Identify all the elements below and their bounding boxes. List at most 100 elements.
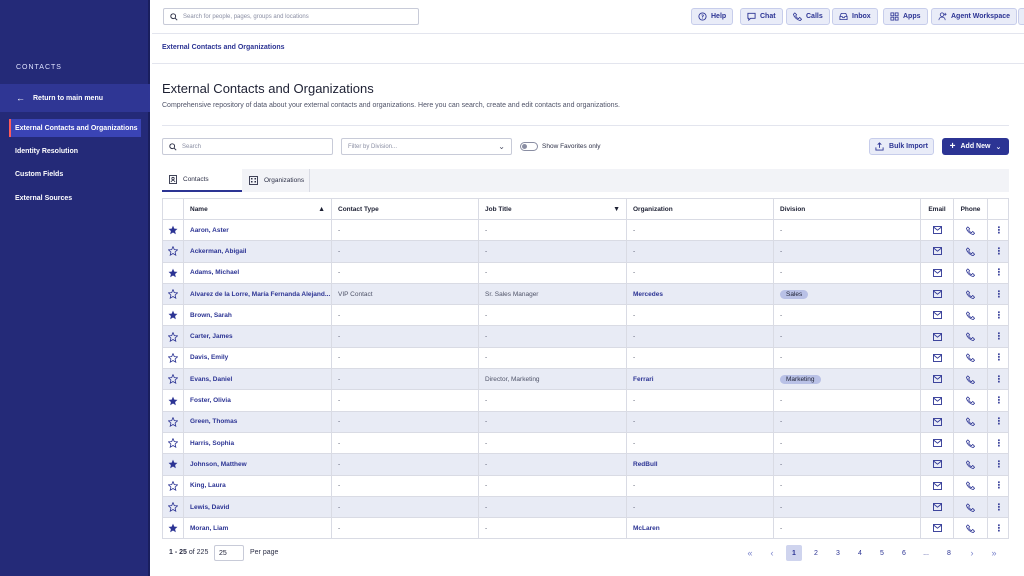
organization-value[interactable]: Mercedes	[633, 291, 663, 298]
contact-name-link[interactable]: Davis, Emily	[190, 354, 228, 361]
phone-icon[interactable]	[954, 432, 988, 454]
contact-name-link[interactable]: King, Laura	[190, 482, 226, 489]
agent-workspace-button[interactable]: Agent Workspace	[931, 8, 1017, 25]
row-menu-icon[interactable]: ⋮	[988, 284, 1010, 304]
table-row[interactable]: Foster, Olivia - - - - ⋮	[163, 390, 1010, 412]
row-menu-icon[interactable]: ⋮	[988, 412, 1010, 432]
row-menu-icon[interactable]: ⋮	[988, 497, 1010, 517]
breadcrumb[interactable]: External Contacts and Organizations	[162, 44, 285, 51]
table-row[interactable]: Davis, Emily - - - - ⋮	[163, 347, 1010, 370]
next-page-icon[interactable]: ›	[964, 545, 980, 561]
row-menu-icon[interactable]: ⋮	[988, 433, 1010, 453]
phone-icon[interactable]	[954, 283, 988, 305]
favorite-star-outline-icon[interactable]	[163, 283, 184, 305]
phone-icon[interactable]	[954, 496, 988, 518]
division-filter-select[interactable]: Filter by Division... ⌄	[341, 138, 512, 155]
table-row[interactable]: Johnson, Matthew - - RedBull - ⋮	[163, 454, 1010, 476]
email-icon[interactable]	[921, 347, 954, 369]
help-button[interactable]: ? Help	[691, 8, 734, 25]
email-icon[interactable]	[921, 411, 954, 432]
row-menu-icon[interactable]: ⋮	[988, 348, 1010, 368]
chat-button[interactable]: Chat	[740, 8, 783, 25]
table-row[interactable]: Carter, James - - - - ⋮	[163, 326, 1010, 348]
row-menu-icon[interactable]: ⋮	[988, 326, 1010, 346]
page-1-button[interactable]: 1	[786, 545, 802, 561]
previous-page-icon[interactable]: ‹	[764, 545, 780, 561]
phone-icon[interactable]	[954, 411, 988, 432]
page-6-button[interactable]: 6	[896, 545, 912, 561]
table-row[interactable]: Aaron, Aster - - - - ⋮	[163, 220, 1010, 242]
favorite-star-outline-icon[interactable]	[163, 326, 184, 347]
contact-name-link[interactable]: Evans, Daniel	[190, 376, 232, 383]
contact-name-link[interactable]: Johnson, Matthew	[190, 461, 247, 468]
column-header-organization[interactable]: Organization	[627, 199, 774, 219]
phone-icon[interactable]	[954, 262, 988, 283]
favorite-star-outline-icon[interactable]	[163, 369, 184, 390]
favorite-star-outline-icon[interactable]	[163, 475, 184, 496]
table-row[interactable]: Ackerman, Abigail - - - - ⋮	[163, 241, 1010, 263]
phone-icon[interactable]	[954, 454, 988, 475]
organization-value[interactable]: RedBull	[633, 461, 658, 468]
contact-name-link[interactable]: Aaron, Aster	[190, 227, 229, 234]
email-icon[interactable]	[921, 518, 954, 539]
email-icon[interactable]	[921, 454, 954, 475]
favorite-star-filled-icon[interactable]	[163, 518, 184, 539]
favorite-star-outline-icon[interactable]	[163, 496, 184, 518]
contact-name-link[interactable]: Lewis, David	[190, 504, 229, 511]
organization-value[interactable]: McLaren	[633, 525, 660, 532]
page-2-button[interactable]: 2	[808, 545, 824, 561]
email-icon[interactable]	[921, 369, 954, 390]
contact-name-link[interactable]: Adams, Michael	[190, 269, 239, 276]
table-row[interactable]: Alvarez de la Lorre, María Fernanda Alej…	[163, 283, 1010, 306]
column-header-division[interactable]: Division	[774, 199, 921, 219]
email-icon[interactable]	[921, 220, 954, 241]
contact-name-link[interactable]: Carter, James	[190, 333, 233, 340]
sidebar-item-external-sources[interactable]: External Sources	[9, 189, 141, 207]
table-row[interactable]: Harris, Sophia - - - - ⋮	[163, 432, 1010, 455]
row-menu-icon[interactable]: ⋮	[988, 220, 1010, 240]
favorites-toggle[interactable]	[520, 142, 538, 151]
row-menu-icon[interactable]: ⋮	[988, 476, 1010, 496]
phone-icon[interactable]	[954, 390, 988, 411]
phone-icon[interactable]	[954, 220, 988, 241]
row-menu-icon[interactable]: ⋮	[988, 454, 1010, 474]
contact-name-link[interactable]: Foster, Olivia	[190, 397, 231, 404]
email-icon[interactable]	[921, 496, 954, 518]
row-menu-icon[interactable]: ⋮	[988, 305, 1010, 325]
page-5-button[interactable]: 5	[874, 545, 890, 561]
favorite-star-filled-icon[interactable]	[163, 390, 184, 411]
return-to-main-menu-button[interactable]: ← Return to main menu	[0, 84, 150, 112]
favorite-star-filled-icon[interactable]	[163, 305, 184, 326]
phone-icon[interactable]	[954, 475, 988, 496]
column-header-job-title[interactable]: Job Title ▼	[479, 199, 627, 219]
email-icon[interactable]	[921, 390, 954, 411]
phone-icon[interactable]	[954, 347, 988, 369]
page-4-button[interactable]: 4	[852, 545, 868, 561]
favorite-star-filled-icon[interactable]	[163, 454, 184, 475]
page-8-button[interactable]: 8	[941, 545, 957, 561]
phone-icon[interactable]	[954, 518, 988, 539]
table-row[interactable]: Brown, Sarah - - - - ⋮	[163, 305, 1010, 327]
contact-name-link[interactable]: Ackerman, Abigail	[190, 248, 246, 255]
table-row[interactable]: Lewis, David - - - - ⋮	[163, 496, 1010, 519]
contact-name-link[interactable]: Green, Thomas	[190, 418, 237, 425]
page-3-button[interactable]: 3	[830, 545, 846, 561]
row-menu-icon[interactable]: ⋮	[988, 390, 1010, 410]
overflow-button[interactable]	[1018, 8, 1024, 25]
tab-organizations[interactable]: Organizations	[242, 169, 310, 192]
phone-icon[interactable]	[954, 241, 988, 262]
inbox-button[interactable]: Inbox	[832, 8, 878, 25]
email-icon[interactable]	[921, 475, 954, 496]
bulk-import-button[interactable]: Bulk Import	[869, 138, 934, 155]
email-icon[interactable]	[921, 262, 954, 283]
first-page-icon[interactable]: «	[742, 545, 758, 561]
last-page-icon[interactable]: »	[986, 545, 1002, 561]
email-icon[interactable]	[921, 305, 954, 326]
contact-name-link[interactable]: Moran, Liam	[190, 525, 228, 532]
favorite-star-outline-icon[interactable]	[163, 347, 184, 369]
row-menu-icon[interactable]: ⋮	[988, 241, 1010, 261]
table-row[interactable]: King, Laura - - - - ⋮	[163, 475, 1010, 497]
sidebar-item-identity-resolution[interactable]: Identity Resolution	[9, 142, 141, 160]
table-row[interactable]: Green, Thomas - - - - ⋮	[163, 411, 1010, 433]
contact-name-link[interactable]: Harris, Sophia	[190, 440, 234, 447]
